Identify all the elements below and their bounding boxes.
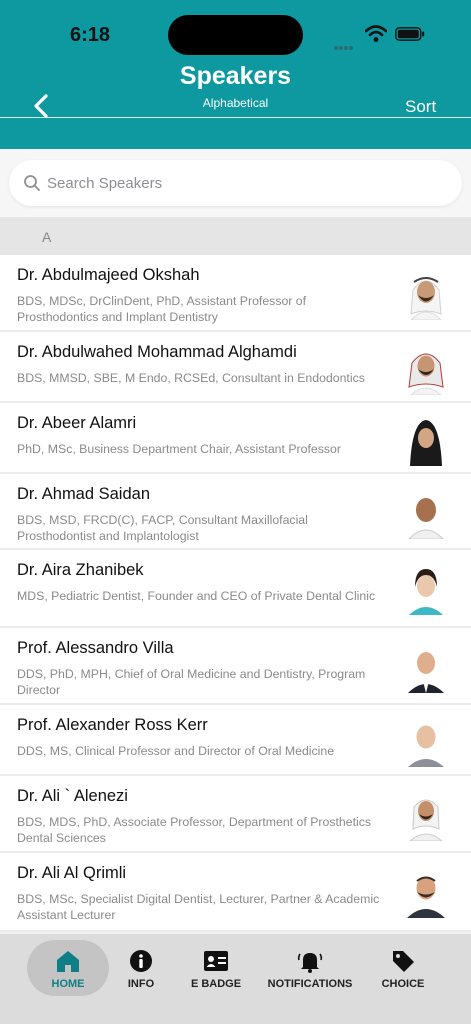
tab-info[interactable]: INFO (118, 940, 164, 996)
tab-home[interactable]: HOME (27, 940, 109, 996)
tab-home-label: HOME (51, 978, 85, 990)
search-box[interactable] (9, 160, 462, 206)
speaker-row[interactable]: Dr. Ahmad Saidan BDS, MSD, FRCD(C), FACP… (0, 474, 471, 550)
speaker-row[interactable]: Dr. Aira Zhanibek MDS, Pediatric Dentist… (0, 550, 471, 628)
speaker-name: Dr. Ali Al Qrimli (17, 864, 127, 882)
back-chevron-icon[interactable] (30, 93, 52, 119)
speaker-name: Dr. Abeer Alamri (17, 414, 137, 432)
section-header: A (0, 217, 471, 255)
sort-button[interactable]: Sort (405, 97, 436, 117)
speaker-photo (403, 715, 449, 767)
speaker-photo (403, 563, 449, 615)
tab-choice[interactable]: CHOICE (374, 940, 432, 996)
speaker-description: PhD, MSc, Business Department Chair, Ass… (17, 442, 341, 456)
speaker-photo (403, 866, 449, 918)
speaker-row[interactable]: Dr. Ali Al Qrimli BDS, MSc, Specialist D… (0, 853, 471, 932)
tab-notifications-label: NOTIFICATIONS (267, 978, 353, 990)
speaker-photo (403, 343, 449, 395)
tab-e-badge-label: E BADGE (190, 978, 242, 990)
tab-notifications[interactable]: NOTIFICATIONS (262, 940, 358, 996)
dynamic-island (168, 15, 303, 55)
bell-icon (297, 953, 323, 973)
search-input[interactable] (47, 172, 447, 194)
tab-bar: HOME INFO E BADGE NOTIFICATIONS CHOICE (0, 934, 471, 1024)
speaker-photo (403, 268, 449, 320)
speaker-description: BDS, MDSc, DrClinDent, PhD, Assistant Pr… (17, 294, 307, 324)
speaker-name: Dr. Ali ` Alenezi (17, 787, 128, 805)
speaker-row[interactable]: Dr. Abdulmajeed Okshah BDS, MDSc, DrClin… (0, 255, 471, 332)
cellular-signal-icon (334, 37, 356, 50)
home-icon (57, 951, 79, 972)
speaker-photo (403, 487, 449, 539)
tab-choice-label: CHOICE (381, 978, 425, 990)
speaker-row[interactable]: Dr. Abdulwahed Mohammad Alghamdi BDS, MM… (0, 332, 471, 403)
wifi-icon (365, 25, 387, 42)
badge-icon (204, 951, 228, 971)
speaker-name: Dr. Aira Zhanibek (17, 561, 144, 579)
tag-icon (393, 951, 414, 972)
speaker-description: BDS, MDS, PhD, Associate Professor, Depa… (17, 815, 372, 845)
section-letter: A (42, 229, 52, 245)
tab-e-badge[interactable]: E BADGE (183, 940, 249, 996)
speaker-description: BDS, MSD, FRCD(C), FACP, Consultant Maxi… (17, 513, 308, 543)
header-bar: 6:18 Speakers Alphabetical Sort (0, 0, 471, 149)
header-divider (0, 117, 471, 118)
speaker-row[interactable]: Dr. Abeer Alamri PhD, MSc, Business Depa… (0, 403, 471, 474)
page-title: Speakers (179, 62, 292, 90)
page-subtitle: Alphabetical (202, 96, 269, 110)
tab-info-label: INFO (127, 978, 155, 990)
speaker-row[interactable]: Prof. Alexander Ross Kerr DDS, MS, Clini… (0, 705, 471, 776)
speaker-name: Prof. Alessandro Villa (17, 639, 174, 657)
speaker-list: Dr. Abdulmajeed Okshah BDS, MDSc, DrClin… (0, 255, 471, 932)
search-area (0, 149, 471, 217)
speaker-description: DDS, PhD, MPH, Chief of Oral Medicine an… (17, 667, 366, 697)
speaker-photo (403, 789, 449, 841)
speaker-name: Prof. Alexander Ross Kerr (17, 716, 208, 734)
speaker-photo (403, 414, 449, 466)
info-icon (130, 950, 152, 972)
speaker-row[interactable]: Prof. Alessandro Villa DDS, PhD, MPH, Ch… (0, 628, 471, 705)
battery-icon (395, 27, 425, 41)
search-icon (24, 175, 40, 191)
speaker-description: BDS, MSc, Specialist Digital Dentist, Le… (17, 892, 380, 922)
speaker-description: MDS, Pediatric Dentist, Founder and CEO … (17, 589, 376, 603)
status-time: 6:18 (70, 24, 111, 46)
speaker-description: DDS, MS, Clinical Professor and Director… (17, 744, 335, 758)
speaker-description: BDS, MMSD, SBE, M Endo, RCSEd, Consultan… (17, 371, 365, 385)
speaker-photo (403, 641, 449, 693)
speaker-name: Dr. Ahmad Saidan (17, 485, 150, 503)
speaker-name: Dr. Abdulwahed Mohammad Alghamdi (17, 343, 297, 361)
speaker-name: Dr. Abdulmajeed Okshah (17, 266, 200, 284)
speaker-row[interactable]: Dr. Ali ` Alenezi BDS, MDS, PhD, Associa… (0, 776, 471, 853)
